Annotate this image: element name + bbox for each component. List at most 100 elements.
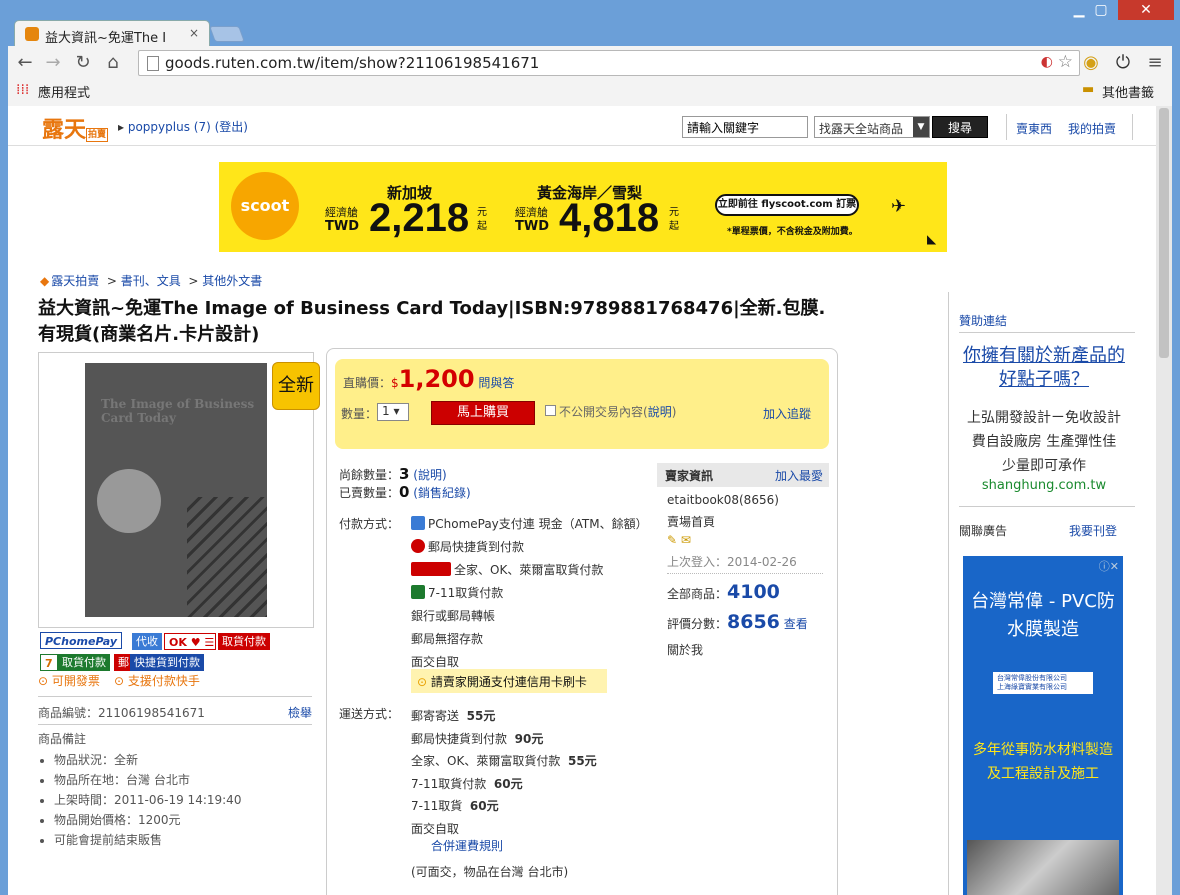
extension-icon[interactable]: ◉ (1080, 52, 1102, 74)
credit-card-tip[interactable]: ⊙ 請賣家開通支付連信用卡刷卡 (411, 669, 607, 693)
search-scope-value: 找露天全站商品 (819, 122, 904, 136)
private-text: 不公開交易內容(說明) (559, 403, 676, 420)
invoice-link[interactable]: ⊙ 可開發票 (38, 672, 100, 689)
reload-icon[interactable]: ↻ (72, 52, 94, 74)
payment-item: PChomePay支付連 現金（ATM、餘額） (428, 517, 648, 531)
purchase-box: 直購價：$1,200 問與答 數量： 1 ▾ 馬上購買 不公開交易內容(說明) … (326, 348, 838, 895)
private-label: 不公開交易內容( (559, 405, 648, 419)
right-sidebar: 贊助連結 你擁有關於新產品的好點子嗎？ 上弘開發設計ㄧ免收設計 費自設廠房 生產… (948, 292, 1138, 895)
ad2-title: 台灣常偉 - PVC防水膜製造 (971, 591, 1115, 640)
divider (38, 724, 312, 725)
close-window-icon[interactable]: ✕ (1118, 0, 1174, 20)
bookmark-other[interactable]: 其他書籤 (1102, 82, 1154, 101)
cover-title: The Image of Business Card Today (101, 397, 255, 425)
remain-help-link[interactable]: (說明) (413, 468, 446, 482)
paytool-link[interactable]: ⊙ 支援付款快手 (114, 672, 200, 689)
quantity-select[interactable]: 1 ▾ (377, 403, 409, 421)
ad-body-2: 費自設廠房 生產彈性佳 (971, 434, 1117, 450)
page-icon (147, 56, 159, 71)
private-checkbox[interactable] (545, 405, 556, 416)
vertical-scrollbar[interactable] (1156, 106, 1172, 895)
list-item: 物品所在地：台灣 台北市 (54, 770, 241, 790)
ad-url-link[interactable]: shanghung.com.tw (955, 474, 1133, 498)
divider (667, 573, 823, 574)
search-input[interactable] (682, 116, 808, 138)
shipping-price: 90元 (514, 731, 544, 746)
url-input[interactable] (165, 54, 1005, 72)
store-home-link[interactable]: 賣場首頁 (667, 513, 715, 530)
shipping-label: 運送方式： (339, 707, 400, 721)
page-title: 益大資訊~免運The Image of Business Card Today|… (38, 298, 826, 345)
forward-icon[interactable]: → (42, 52, 64, 74)
report-link[interactable]: 檢舉 (288, 704, 312, 721)
total-label: 全部商品： (667, 587, 728, 601)
bookmark-star-icon[interactable]: ☆ (1058, 52, 1073, 72)
banner-class-2: 經濟艙 (515, 206, 548, 219)
divider (1006, 114, 1007, 140)
track-link[interactable]: 加入追蹤 (763, 405, 811, 422)
apps-icon[interactable]: ⁞⁞⁞ (16, 82, 29, 98)
my-auction-link[interactable]: 我的拍賣 (1068, 120, 1116, 137)
private-help-link[interactable]: 說明 (648, 405, 672, 419)
shipping-rule-link[interactable]: 合併運費規則 (431, 837, 503, 854)
banner-price-1: 2,218 (369, 196, 470, 240)
total-value: 4100 (727, 581, 780, 603)
ad-headline-link[interactable]: 你擁有關於新產品的好點子嗎？ (955, 344, 1133, 392)
search-scope-select[interactable]: 找露天全站商品 ▼ (814, 116, 930, 138)
seller-name-link[interactable]: etaitbook08(8656) (667, 493, 779, 507)
sales-record-link[interactable]: (銷售紀錄) (413, 486, 470, 500)
post-ad-link[interactable]: 我要刊登 (1069, 522, 1117, 539)
seven-eleven-icon (411, 585, 425, 599)
scroll-thumb[interactable] (1159, 108, 1169, 358)
pvc-display-ad[interactable]: ⓘ✕ 台灣常偉 - PVC防水膜製造 台灣常偉股份有限公司 上海綠寶實業有限公司 … (963, 556, 1123, 895)
ad2-company-1: 台灣常偉股份有限公司 (997, 674, 1067, 682)
sell-link[interactable]: 賣東西 (1016, 120, 1052, 137)
chevron-down-icon: ▼ (913, 117, 929, 137)
shipping-price: 55元 (466, 709, 496, 723)
new-tab-button[interactable] (209, 26, 245, 42)
browser-window: 益大資訊~免運The I × ▁ ▢ ✕ ← → ↻ ⌂ ◐ ☆ ◉ ⏻ ≡ ⁞… (0, 0, 1180, 895)
book-cover: The Image of Business Card Today (85, 363, 267, 617)
folder-icon: ▬ (1082, 82, 1095, 97)
extension-off-icon[interactable]: ⏻ (1112, 52, 1134, 74)
cover-circle (97, 469, 161, 533)
buy-now-button[interactable]: 馬上購買 (431, 401, 535, 425)
invoice-label: 可開發票 (51, 674, 100, 688)
scoot-banner-ad[interactable]: scoot 新加坡 經濟艙 TWD 2,218 元起 黃金海岸／雪梨 經濟艙 T… (219, 162, 947, 252)
sold-value: 0 (399, 483, 410, 501)
tab-close-icon[interactable]: × (189, 26, 199, 40)
qa-link[interactable]: 問與答 (478, 376, 514, 390)
breadcrumb-home[interactable]: 露天拍賣 (51, 274, 99, 288)
post-icon (411, 539, 425, 553)
payment-label: 付款方式： (339, 517, 400, 531)
translate-icon[interactable]: ◐ (1041, 54, 1053, 70)
maximize-icon[interactable]: ▢ (1088, 0, 1114, 20)
price-panel: 直購價：$1,200 問與答 數量： 1 ▾ 馬上購買 不公開交易內容(說明) … (335, 359, 829, 449)
rating-view-link[interactable]: 查看 (784, 617, 808, 631)
address-bar[interactable]: ◐ ☆ (138, 50, 1080, 76)
tab-active[interactable]: 益大資訊~免運The I × (14, 20, 210, 46)
divider (1132, 114, 1133, 140)
scoot-logo: scoot (231, 172, 299, 240)
search-button[interactable]: 搜尋 (932, 116, 988, 138)
ruten-logo[interactable]: 露天 拍賣 (42, 112, 109, 144)
adchoices-icon[interactable]: ◣ (927, 232, 936, 246)
bookmark-apps[interactable]: 應用程式 (38, 82, 90, 101)
breadcrumb-books[interactable]: 書刊、文具 (121, 274, 181, 288)
remain-value: 3 (399, 465, 410, 483)
about-link[interactable]: 關於我 (667, 641, 703, 658)
breadcrumb-foreign-books[interactable]: 其他外文書 (202, 274, 262, 288)
list-item: 全家、OK、萊爾富取貨付款 (411, 559, 648, 582)
banner-currency-1: TWD (325, 219, 359, 234)
ad-info-icon[interactable]: ⓘ✕ (1099, 558, 1119, 574)
home-icon[interactable]: ⌂ (102, 52, 124, 74)
menu-icon[interactable]: ≡ (1144, 52, 1166, 74)
logout-link[interactable]: (登出) (215, 120, 248, 134)
seller-header-label: 賣家資訊 (665, 469, 714, 483)
sponsor-title: 贊助連結 (959, 314, 1008, 328)
username-link[interactable]: poppyplus (7) (128, 120, 211, 134)
seller-panel: 賣家資訊 加入最愛 etaitbook08(8656) 賣場首頁 ✎ ✉ 上次登入… (657, 463, 829, 663)
add-favorite-link[interactable]: 加入最愛 (775, 467, 823, 484)
back-icon[interactable]: ← (14, 52, 36, 74)
cod-badge: 取貨付款 (218, 633, 270, 650)
